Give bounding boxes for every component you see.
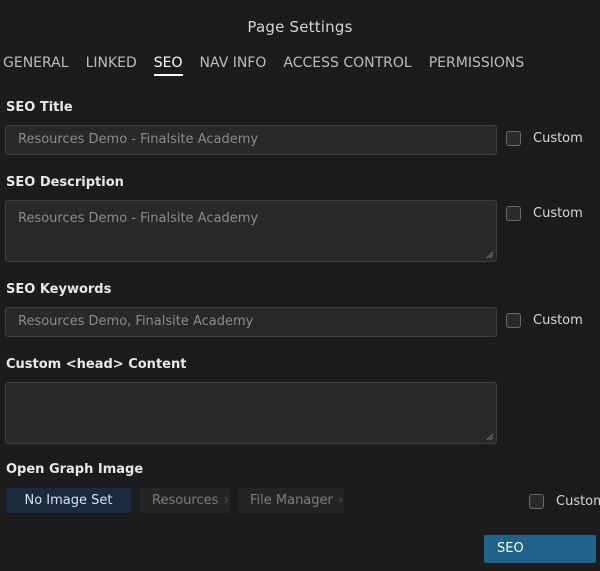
- open-graph-custom-toggle[interactable]: Custom: [529, 494, 600, 509]
- seo-title-input[interactable]: Resources Demo - Finalsite Academy: [5, 125, 497, 155]
- tab-seo[interactable]: SEO: [153, 54, 183, 76]
- file-manager-button-label: File Manager: [250, 493, 333, 508]
- seo-title-label: SEO Title: [6, 100, 73, 115]
- dialog-title: Page Settings: [247, 18, 353, 36]
- seo-description-value: Resources Demo - Finalsite Academy: [18, 211, 259, 226]
- resources-button[interactable]: Resources ›: [140, 488, 230, 513]
- seo-title-custom-toggle[interactable]: Custom: [506, 131, 583, 146]
- file-manager-button[interactable]: File Manager ›: [238, 488, 344, 513]
- seo-description-custom-label: Custom: [533, 206, 583, 221]
- seo-keywords-custom-label: Custom: [533, 313, 583, 328]
- seo-keywords-custom-checkbox[interactable]: [506, 313, 521, 328]
- resize-handle-icon[interactable]: [486, 251, 494, 259]
- seo-keywords-input[interactable]: Resources Demo, Finalsite Academy: [5, 307, 497, 337]
- seo-description-label: SEO Description: [6, 175, 124, 190]
- chevron-right-icon: ›: [223, 492, 229, 508]
- tab-linked[interactable]: LINKED: [86, 54, 137, 76]
- tab-permissions[interactable]: PERMISSIONS: [429, 54, 525, 76]
- seo-title-custom-label: Custom: [533, 131, 583, 146]
- seo-description-custom-checkbox[interactable]: [506, 206, 521, 221]
- seo-keywords-label: SEO Keywords: [6, 282, 112, 297]
- custom-head-textarea[interactable]: [5, 382, 497, 444]
- seo-description-custom-toggle[interactable]: Custom: [506, 206, 583, 221]
- tab-bar: GENERAL LINKED SEO NAV INFO ACCESS CONTR…: [0, 54, 541, 78]
- open-graph-image-label: Open Graph Image: [6, 462, 144, 477]
- custom-head-label: Custom <head> Content: [6, 357, 187, 372]
- resources-button-label: Resources: [152, 493, 219, 508]
- page-settings-panel: Page Settings GENERAL LINKED SEO NAV INF…: [0, 0, 600, 571]
- seo-keywords-custom-toggle[interactable]: Custom: [506, 313, 583, 328]
- seo-services-label: SEO Services: [497, 541, 552, 571]
- tab-nav-info[interactable]: NAV INFO: [200, 54, 267, 76]
- open-graph-custom-label: Custom: [556, 494, 600, 509]
- tab-general[interactable]: GENERAL: [3, 54, 69, 76]
- tab-access-control[interactable]: ACCESS CONTROL: [283, 54, 411, 76]
- chevron-right-icon: ›: [337, 492, 344, 508]
- seo-services-button[interactable]: SEO Services↗: [484, 535, 596, 571]
- open-graph-custom-checkbox[interactable]: [529, 494, 544, 509]
- seo-description-textarea[interactable]: Resources Demo - Finalsite Academy: [5, 200, 497, 262]
- seo-title-custom-checkbox[interactable]: [506, 131, 521, 146]
- resize-handle-icon[interactable]: [486, 433, 494, 441]
- no-image-set-button[interactable]: No Image Set: [6, 488, 131, 513]
